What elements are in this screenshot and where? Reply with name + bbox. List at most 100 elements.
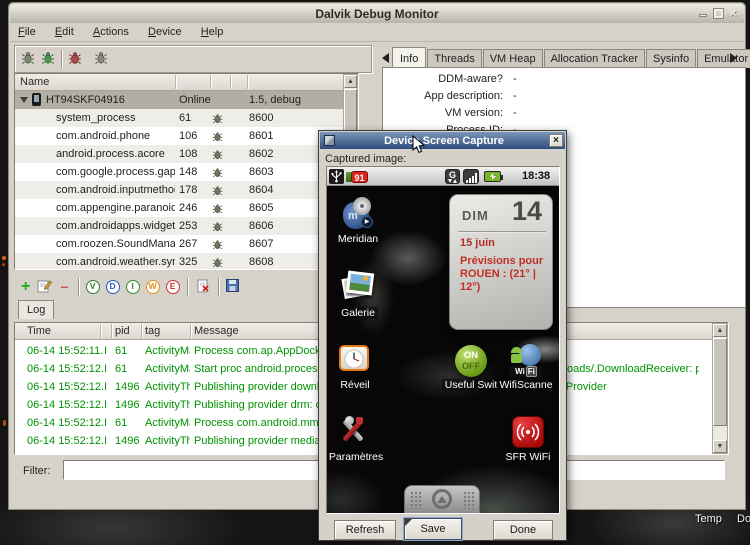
desktop-dot bbox=[2, 263, 5, 266]
red-bug-icon[interactable] bbox=[68, 51, 82, 68]
app-icon-galerie bbox=[341, 270, 375, 304]
col-time[interactable]: Time bbox=[27, 323, 51, 339]
device-name: HT94SKF04916 bbox=[46, 91, 125, 109]
clear-log-icon[interactable] bbox=[192, 279, 214, 296]
process-row[interactable]: com.androidapps.widget.b2538606 bbox=[15, 217, 343, 235]
android-status-bar: 91 G 18:38 bbox=[327, 167, 559, 186]
calendar-weather-widget: DIM 14 15 juin Prévisions pour ROUEN : (… bbox=[449, 194, 553, 330]
field-label: VM version: bbox=[393, 107, 503, 119]
widget-forecast: Prévisions pour ROUEN : (21° | 12°) bbox=[460, 255, 546, 294]
delete-filter-icon[interactable]: − bbox=[55, 279, 73, 295]
minimize-button[interactable] bbox=[696, 7, 710, 19]
log-toolbar: + − V D I W E bbox=[17, 276, 242, 298]
tab-sysinfo[interactable]: Sysinfo bbox=[646, 49, 696, 68]
dialog-close-button[interactable]: × bbox=[549, 134, 563, 147]
tab-threads[interactable]: Threads bbox=[427, 49, 481, 68]
add-filter-icon[interactable]: + bbox=[17, 278, 34, 296]
process-row[interactable]: com.android.inputmethod1788604 bbox=[15, 181, 343, 199]
captured-image: 91 G 18:38 DIM 14 bbox=[326, 166, 560, 514]
field-label: DDM-aware? bbox=[393, 73, 503, 85]
field-value: - bbox=[513, 90, 517, 102]
captured-image-label: Captured image: bbox=[325, 153, 406, 165]
app-icon-meridian: m ▶ bbox=[341, 197, 375, 231]
menubar: File Edit Actions Device Help bbox=[10, 23, 744, 42]
tab-allocation-tracker[interactable]: Allocation Tracker bbox=[544, 49, 645, 68]
log-tab[interactable]: Log bbox=[18, 300, 54, 319]
minimize-icon bbox=[699, 14, 707, 17]
debug-bug-icon[interactable] bbox=[21, 51, 35, 68]
phone-icon bbox=[32, 93, 41, 106]
window-titlebar[interactable]: Dalvik Debug Monitor × bbox=[10, 4, 744, 23]
dialog-title: Device Screen Capture bbox=[339, 135, 549, 147]
menu-actions[interactable]: Actions bbox=[85, 23, 137, 40]
col-message[interactable]: Message bbox=[194, 323, 239, 339]
scroll-down-icon[interactable]: ▼ bbox=[713, 440, 727, 453]
menu-edit[interactable]: Edit bbox=[47, 23, 82, 40]
main-toolbar bbox=[14, 45, 372, 73]
tab-scroll-left[interactable] bbox=[382, 53, 389, 63]
scroll-up-icon[interactable]: ▲ bbox=[344, 75, 357, 88]
process-row[interactable]: com.roozen.SoundManage2678607 bbox=[15, 235, 343, 253]
widget-day: DIM bbox=[462, 208, 489, 223]
close-icon: × bbox=[729, 6, 736, 20]
device-row[interactable]: HT94SKF04916 Online 1.5, debug bbox=[15, 91, 343, 109]
tab-info[interactable]: Info bbox=[392, 47, 426, 69]
warn-icon[interactable]: W bbox=[146, 280, 160, 294]
device-table-header[interactable]: Name bbox=[15, 74, 358, 91]
error-icon[interactable]: E bbox=[166, 280, 180, 294]
process-row[interactable]: system_process618600 bbox=[15, 109, 343, 127]
usb-icon bbox=[329, 169, 344, 184]
menu-help[interactable]: Help bbox=[193, 23, 232, 40]
mouse-cursor bbox=[412, 135, 426, 155]
log-scrollbar[interactable]: ▲ ▼ bbox=[712, 323, 728, 454]
save-log-icon[interactable] bbox=[223, 279, 242, 295]
col-pid[interactable]: pid bbox=[115, 323, 130, 339]
status-clock: 18:38 bbox=[522, 170, 550, 182]
process-row[interactable]: com.appengine.paranoid_2468605 bbox=[15, 199, 343, 217]
green-bug-icon[interactable] bbox=[41, 51, 55, 68]
widget-divider bbox=[458, 231, 546, 232]
thread-bug-icon bbox=[212, 256, 223, 270]
menu-file[interactable]: File bbox=[10, 23, 44, 40]
save-button[interactable]: Save bbox=[404, 518, 462, 540]
tab-scroll-right[interactable] bbox=[730, 53, 737, 63]
app-label-meridian: Meridian bbox=[335, 233, 381, 245]
expander-icon[interactable] bbox=[20, 97, 28, 103]
process-row[interactable]: com.android.phone1068601 bbox=[15, 127, 343, 145]
desktop-icon-label-temp[interactable]: Temp bbox=[695, 513, 722, 525]
gray-bug-icon[interactable] bbox=[94, 51, 108, 68]
process-row[interactable]: android.process.acore1088602 bbox=[15, 145, 343, 163]
process-row[interactable]: com.google.process.gapps1488603 bbox=[15, 163, 343, 181]
process-row[interactable]: com.android.weather.sync3258608 bbox=[15, 253, 343, 270]
app-label-useful-switchers: Useful Swit bbox=[442, 379, 501, 391]
close-button[interactable]: × bbox=[726, 7, 740, 19]
widget-date: 15 juin bbox=[460, 237, 495, 249]
col-tag[interactable]: tag bbox=[145, 323, 160, 339]
desktop-icon-label-do[interactable]: Do bbox=[737, 513, 750, 525]
battery-icon bbox=[484, 171, 501, 182]
scroll-up-icon[interactable]: ▲ bbox=[713, 324, 727, 337]
done-button[interactable]: Done bbox=[493, 520, 553, 540]
info-icon[interactable]: I bbox=[126, 280, 140, 294]
window-title: Dalvik Debug Monitor bbox=[315, 7, 438, 21]
device-screen-capture-dialog: Device Screen Capture × Captured image: … bbox=[318, 130, 567, 541]
dialog-icon bbox=[324, 135, 335, 146]
app-icon-wifiscanner: WiFi bbox=[509, 344, 543, 378]
dialog-titlebar[interactable]: Device Screen Capture × bbox=[320, 132, 565, 149]
device-table: Name HT94SKF04916 Online 1.5, debug syst… bbox=[14, 73, 359, 270]
app-label-wifiscanner: WifiScanne bbox=[496, 379, 555, 391]
verbose-icon[interactable]: V bbox=[86, 280, 100, 294]
tab-emulator-control[interactable]: Emulator Control bbox=[697, 49, 750, 68]
refresh-button[interactable]: Refresh bbox=[334, 520, 396, 540]
maximize-icon bbox=[714, 9, 723, 18]
debug-icon[interactable]: D bbox=[106, 280, 120, 294]
menu-device[interactable]: Device bbox=[140, 23, 190, 40]
app-drawer-handle bbox=[404, 485, 480, 513]
info-tabbar: Info Threads VM Heap Allocation Tracker … bbox=[392, 46, 750, 68]
app-icon-reveil bbox=[338, 342, 372, 376]
tab-vm-heap[interactable]: VM Heap bbox=[483, 49, 543, 68]
name-column-header[interactable]: Name bbox=[15, 76, 49, 88]
filter-label: Filter: bbox=[23, 465, 51, 477]
edit-filter-icon[interactable] bbox=[34, 279, 55, 296]
maximize-button[interactable] bbox=[711, 7, 725, 19]
